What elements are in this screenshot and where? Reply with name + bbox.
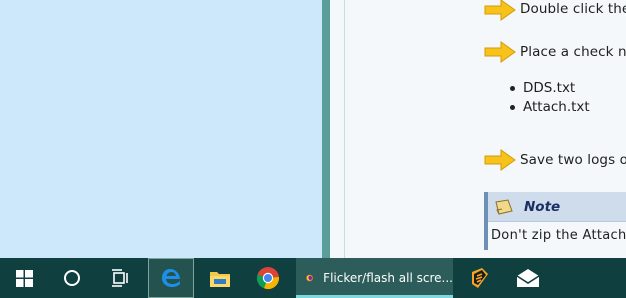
firefox-icon [306,274,313,282]
firefox-taskbar-button[interactable]: Flicker/flash all scre... [296,258,453,298]
note-paper-icon [495,198,513,215]
step-arrow-1 [484,0,516,21]
winamp-icon [472,268,488,288]
search-button[interactable] [48,258,96,298]
task-view-button[interactable] [96,258,144,298]
list-item: DDS.txt [510,80,590,99]
step-arrow-2 [484,41,516,63]
yellow-arrow-icon [484,41,516,63]
mail-taskbar-button[interactable] [504,258,552,298]
desktop-background [0,0,322,258]
start-button[interactable] [0,258,48,298]
chrome-taskbar-button[interactable] [244,258,292,298]
chrome-icon [256,267,280,290]
winamp-taskbar-button[interactable] [456,258,504,298]
list-item: Attach.txt [510,99,590,118]
yellow-arrow-icon [484,0,516,21]
yellow-arrow-icon [484,149,516,171]
windows-start-icon [15,269,33,287]
note-header: Note [488,192,626,222]
file-explorer-icon [210,271,230,287]
step-text-1: Double click the [520,1,626,17]
mail-icon [516,269,540,287]
step-text-2: Place a check n [520,44,626,60]
file-explorer-taskbar-button[interactable] [196,258,244,298]
window-border [322,0,330,258]
taskbar: Flicker/flash all scre... [0,258,626,298]
step-arrow-3 [484,149,516,171]
task-view-icon [112,269,128,287]
edge-taskbar-button[interactable] [148,258,194,298]
note-body: Don't zip the Attach [491,228,626,243]
step-text-3: Save two logs o [520,152,626,168]
note-title: Note [524,198,561,215]
firefox-window-title: Flicker/flash all scre... [323,271,453,285]
cortana-search-icon [64,270,80,286]
note-box: Note Don't zip the Attach [484,192,626,250]
file-list: DDS.txt Attach.txt [510,80,590,118]
edge-icon [162,269,180,287]
